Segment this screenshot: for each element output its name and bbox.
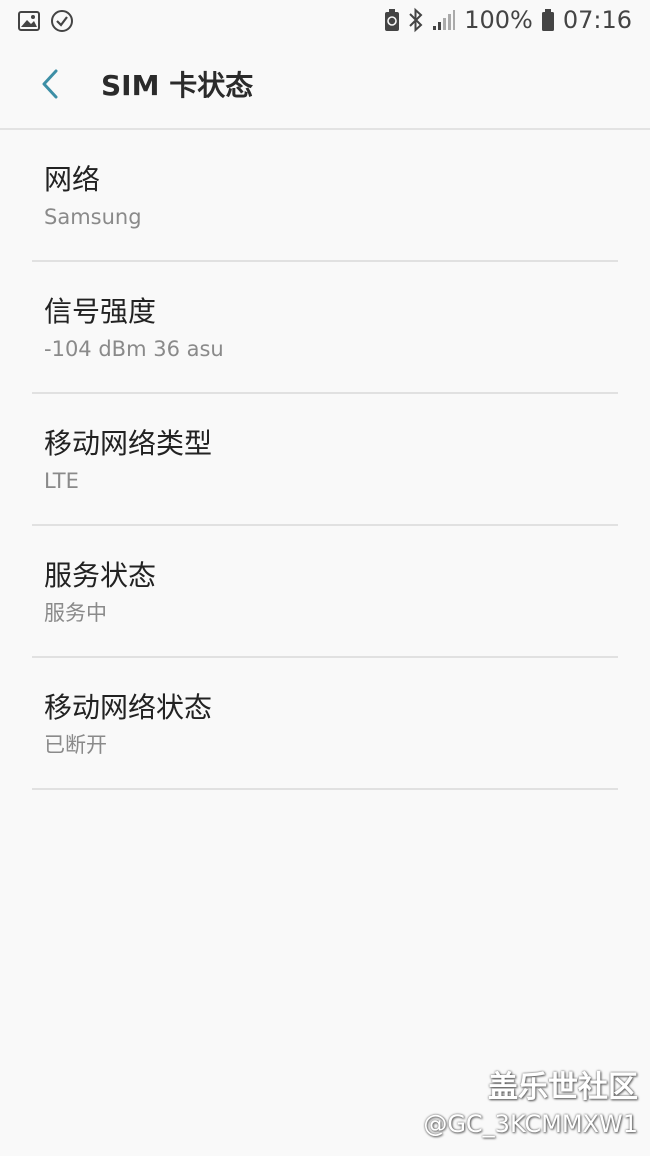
back-arrow-icon: [39, 68, 61, 104]
bluetooth-icon: [408, 7, 424, 33]
item-title: 信号强度: [44, 295, 157, 328]
check-circle-icon: [50, 9, 74, 33]
battery-percent: 100%: [464, 6, 533, 34]
item-title: 网络: [44, 163, 101, 196]
item-value: Samsung: [44, 205, 142, 229]
signal-icon: [432, 9, 456, 31]
item-title: 服务状态: [44, 559, 157, 592]
list-item-service-state: 服务状态 服务中: [32, 526, 618, 658]
item-value: -104 dBm 36 asu: [44, 337, 224, 361]
item-title: 移动网络类型: [44, 427, 213, 460]
sim-status-list: 网络 Samsung 信号强度 -104 dBm 36 asu 移动网络类型 L…: [32, 130, 618, 790]
list-item-network-type: 移动网络类型 LTE: [32, 394, 618, 526]
back-button[interactable]: [28, 64, 72, 108]
status-bar: 100% 07:16: [0, 0, 650, 44]
list-item-signal-strength: 信号强度 -104 dBm 36 asu: [32, 262, 618, 394]
clock: 07:16: [562, 6, 632, 34]
battery-icon: [541, 8, 555, 32]
watermark-user: @GC_3KCMMXW1: [423, 1110, 638, 1138]
watermark: 盖乐世社区 @GC_3KCMMXW1: [423, 1068, 638, 1140]
battery-saver-icon: [384, 8, 400, 32]
item-value: 已断开: [44, 733, 107, 757]
app-bar: SIM 卡状态: [0, 44, 650, 130]
status-right-icons: 100% 07:16: [384, 6, 632, 34]
watermark-title: 盖乐世社区: [488, 1070, 638, 1105]
list-item-mobile-network-state: 移动网络状态 已断开: [32, 658, 618, 790]
item-value: LTE: [44, 469, 79, 493]
item-title: 移动网络状态: [44, 691, 213, 724]
list-item-network: 网络 Samsung: [32, 130, 618, 262]
item-value: 服务中: [44, 601, 107, 625]
image-icon: [18, 11, 40, 31]
page-title: SIM 卡状态: [101, 69, 254, 102]
status-left-icons: [18, 9, 74, 33]
